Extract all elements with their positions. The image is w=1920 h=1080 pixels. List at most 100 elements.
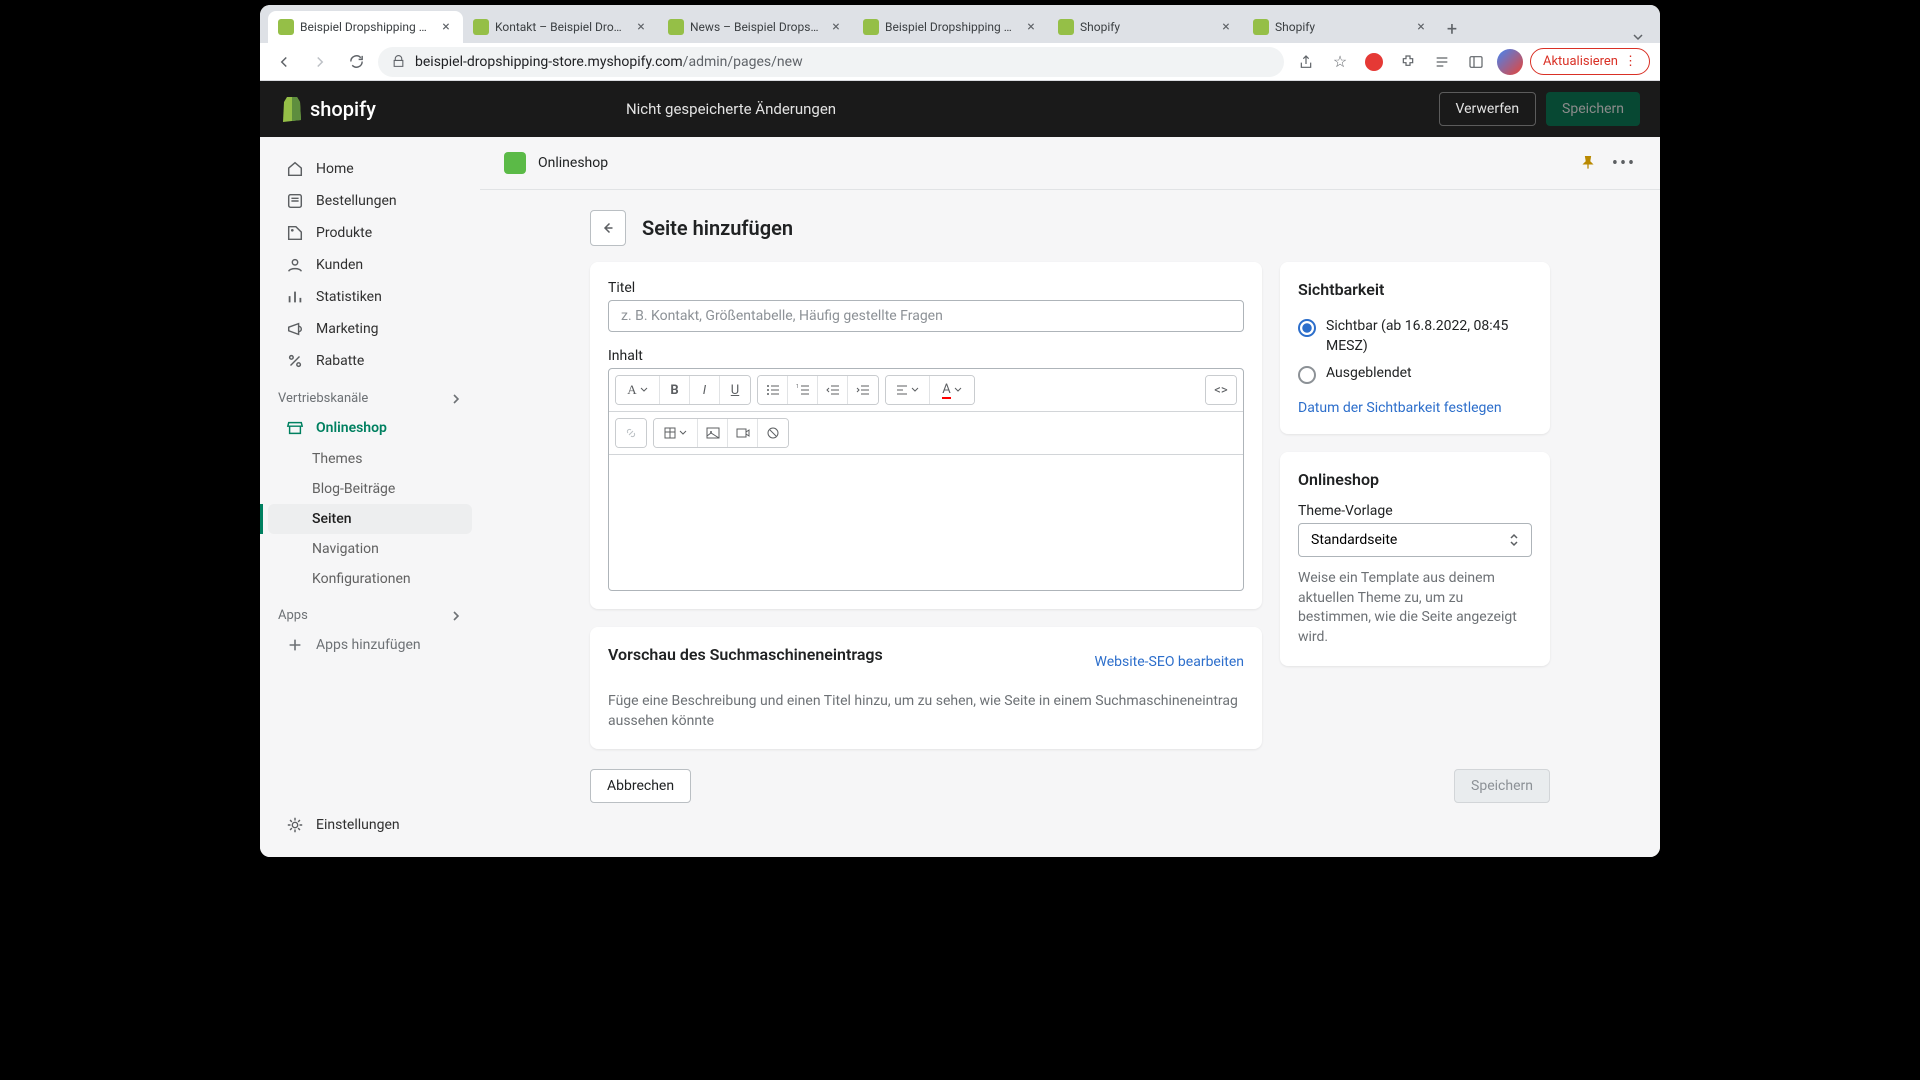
bold-icon[interactable]: B [660,376,690,404]
table-dropdown[interactable] [654,419,698,447]
image-icon[interactable] [698,419,728,447]
chevron-right-icon[interactable] [450,393,462,405]
discard-button[interactable]: Verwerfen [1439,92,1537,126]
outdent-icon[interactable] [818,376,848,404]
set-visibility-date-link[interactable]: Datum der Sichtbarkeit festlegen [1298,400,1502,416]
sidebar-item-blogs[interactable]: Blog-Beiträge [268,474,472,504]
more-icon[interactable]: ••• [1612,151,1636,175]
sidebar-item-navigation[interactable]: Navigation [268,534,472,564]
tab-title: Beispiel Dropshipping Stor [885,20,1018,34]
seo-heading: Vorschau des Suchmaschineneintrags [608,645,883,664]
link-icon[interactable] [616,419,646,447]
sidebar-item-pages[interactable]: Seiten [268,504,472,534]
save-button-top[interactable]: Speichern [1546,92,1640,126]
url-input[interactable]: beispiel-dropshipping-store.myshopify.co… [378,47,1284,77]
update-button[interactable]: Aktualisieren⋮ [1530,48,1650,75]
sidebar-item-orders[interactable]: Bestellungen [268,185,472,217]
reload-icon[interactable] [342,48,370,76]
text-color-dropdown[interactable]: A [930,376,974,404]
chevron-right-icon[interactable] [450,610,462,622]
sidebar-icon[interactable] [1462,48,1490,76]
seo-card: Vorschau des Suchmaschineneintrags Websi… [590,627,1262,749]
sidebar-item-settings[interactable]: Einstellungen [268,809,472,841]
browser-tab[interactable]: News – Beispiel Dropshipp × [658,11,853,43]
browser-tab[interactable]: Beispiel Dropshipping Stor × [268,11,463,43]
discounts-icon [286,352,304,370]
sidebar-item-onlineshop[interactable]: Onlineshop [268,412,472,444]
shopify-favicon-icon [863,19,879,35]
template-select[interactable]: Standardseite [1298,523,1532,557]
pin-icon[interactable] [1576,151,1600,175]
rich-text-editor: ABIU 1 A <> [608,368,1244,591]
tab-title: Kontakt – Beispiel Dropshi [495,20,628,34]
close-icon[interactable]: × [439,20,453,34]
shopify-logo[interactable]: shopify [280,96,376,122]
forward-icon[interactable] [306,48,334,76]
onlineshop-card: Onlineshop Theme-Vorlage Standardseite W… [1280,452,1550,665]
align-dropdown[interactable] [886,376,930,404]
browser-actions: ☆ Aktualisieren⋮ [1292,48,1650,76]
reading-list-icon[interactable] [1428,48,1456,76]
sidebar-item-products[interactable]: Produkte [268,217,472,249]
tab-title: News – Beispiel Dropshipp [690,20,823,34]
analytics-icon [286,288,304,306]
visibility-heading: Sichtbarkeit [1298,280,1532,299]
seo-edit-link[interactable]: Website-SEO bearbeiten [1095,654,1244,670]
editor-textarea[interactable] [609,455,1243,590]
numbered-list-icon[interactable]: 1 [788,376,818,404]
title-input[interactable] [608,300,1244,332]
store-icon [286,419,304,437]
profile-avatar[interactable] [1496,48,1524,76]
seo-description: Füge eine Beschreibung und einen Titel h… [608,692,1244,731]
close-icon[interactable]: × [1219,20,1233,34]
sidebar-item-customers[interactable]: Kunden [268,249,472,281]
close-icon[interactable]: × [1024,20,1038,34]
visibility-radio-visible[interactable]: Sichtbar (ab 16.8.2022, 08:45 MESZ) [1298,313,1532,360]
orders-icon [286,192,304,210]
back-button[interactable] [590,210,626,246]
sidebar-item-discounts[interactable]: Rabatte [268,345,472,377]
sidebar-item-marketing[interactable]: Marketing [268,313,472,345]
browser-tab[interactable]: Shopify × [1243,11,1438,43]
sidebar-item-analytics[interactable]: Statistiken [268,281,472,313]
save-button-bottom[interactable]: Speichern [1454,769,1550,803]
gear-icon [286,816,304,834]
tabs-dropdown-icon[interactable] [1624,31,1652,43]
new-tab-button[interactable]: + [1438,15,1466,43]
bullet-list-icon[interactable] [758,376,788,404]
browser-tab[interactable]: Beispiel Dropshipping Stor × [853,11,1048,43]
sidebar-item-preferences[interactable]: Konfigurationen [268,564,472,594]
brand-text: shopify [310,97,376,121]
star-icon[interactable]: ☆ [1326,48,1354,76]
close-icon[interactable]: × [1414,20,1428,34]
sidebar-item-add-apps[interactable]: Apps hinzufügen [268,629,472,661]
shopify-favicon-icon [1058,19,1074,35]
video-icon[interactable] [728,419,758,447]
unsaved-changes-label: Nicht gespeicherte Änderungen [626,100,836,118]
italic-icon[interactable]: I [690,376,720,404]
extensions-icon[interactable] [1394,48,1422,76]
extension-red-icon[interactable] [1360,48,1388,76]
browser-tab[interactable]: Shopify × [1048,11,1243,43]
shopify-favicon-icon [278,19,294,35]
indent-icon[interactable] [848,376,878,404]
url-text: beispiel-dropshipping-store.myshopify.co… [415,54,1270,70]
sidebar-item-home[interactable]: Home [268,153,472,185]
browser-tab[interactable]: Kontakt – Beispiel Dropshi × [463,11,658,43]
close-icon[interactable]: × [829,20,843,34]
format-dropdown[interactable]: A [616,376,660,404]
cancel-button[interactable]: Abbrechen [590,769,691,803]
main-header: Onlineshop ••• [480,137,1660,190]
browser-toolbar: beispiel-dropshipping-store.myshopify.co… [260,43,1660,81]
close-icon[interactable]: × [634,20,648,34]
clear-format-icon[interactable] [758,419,788,447]
visibility-radio-hidden[interactable]: Ausgeblendet [1298,360,1532,388]
underline-icon[interactable]: U [720,376,750,404]
html-code-icon[interactable]: <> [1206,376,1236,404]
onlineshop-app-icon [504,152,526,174]
sidebar-item-themes[interactable]: Themes [268,444,472,474]
marketing-icon [286,320,304,338]
share-icon[interactable] [1292,48,1320,76]
shopify-bag-icon [280,96,304,122]
back-icon[interactable] [270,48,298,76]
